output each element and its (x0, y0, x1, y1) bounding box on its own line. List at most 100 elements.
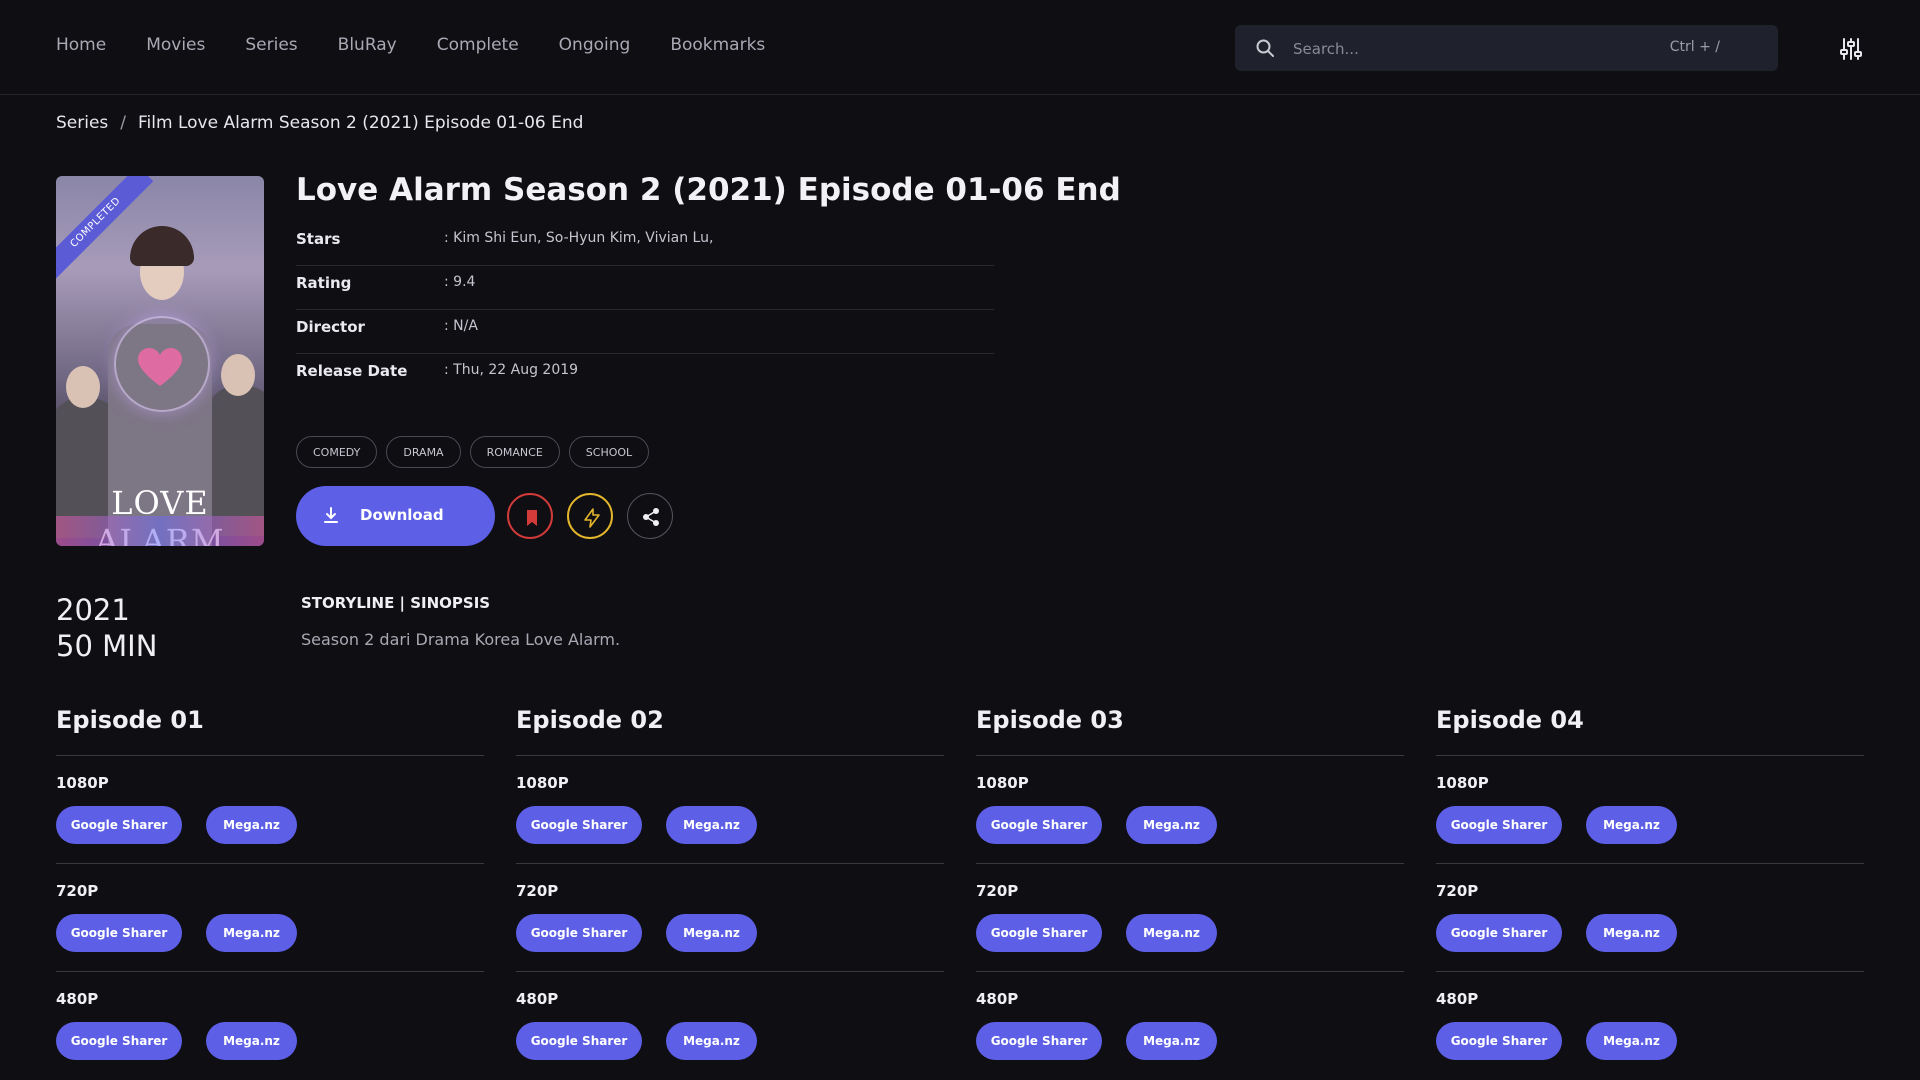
google-sharer-button[interactable]: Google Sharer (1436, 914, 1562, 952)
resolution-label: 1080P (976, 774, 1029, 792)
info-row-release-date: Release Date : Thu, 22 Aug 2019 (296, 354, 994, 398)
genre-tag-drama[interactable]: DRAMA (386, 436, 461, 468)
resolution-label: 720P (976, 882, 1019, 900)
resolution-label: 1080P (56, 774, 109, 792)
info-value: : 9.4 (444, 274, 476, 290)
bookmark-icon (527, 510, 537, 526)
google-sharer-button[interactable]: Google Sharer (1436, 1022, 1562, 1060)
resolution-row: 720P Google Sharer Mega.nz (976, 864, 1404, 972)
storyline-text: Season 2 dari Drama Korea Love Alarm. (301, 630, 621, 649)
resolution-row: 1080P Google Sharer Mega.nz (516, 756, 944, 864)
info-value: : N/A (444, 318, 478, 334)
poster-hair (130, 226, 194, 266)
resolution-row: 1080P Google Sharer Mega.nz (976, 756, 1404, 864)
info-key: Stars (296, 230, 341, 248)
google-sharer-button[interactable]: Google Sharer (1436, 806, 1562, 844)
info-row-stars: Stars : Kim Shi Eun, So-Hyun Kim, Vivian… (296, 222, 994, 266)
resolution-row: 480P Google Sharer Mega.nz (56, 972, 484, 1080)
mega-nz-button[interactable]: Mega.nz (206, 914, 297, 952)
google-sharer-button[interactable]: Google Sharer (976, 806, 1102, 844)
filter-settings-icon[interactable] (1838, 36, 1864, 62)
mega-nz-button[interactable]: Mega.nz (206, 1022, 297, 1060)
search-box: Ctrl + / (1235, 25, 1778, 73)
episode-title: Episode 01 (56, 702, 484, 756)
bookmark-button[interactable] (507, 493, 553, 539)
top-navbar: Home Movies Series BluRay Complete Ongoi… (0, 0, 1920, 95)
year-duration: 2021 50 MIN (56, 592, 157, 664)
nav-home[interactable]: Home (56, 35, 106, 55)
mega-nz-button[interactable]: Mega.nz (666, 914, 757, 952)
poster-glow (56, 516, 264, 546)
resolution-label: 1080P (516, 774, 569, 792)
share-icon (643, 508, 659, 526)
breadcrumb-separator: / (120, 113, 127, 133)
resolution-label: 720P (1436, 882, 1479, 900)
poster-face-left (66, 366, 100, 408)
nav-movies[interactable]: Movies (146, 35, 205, 55)
resolution-label: 720P (56, 882, 99, 900)
google-sharer-button[interactable]: Google Sharer (516, 914, 642, 952)
breadcrumb: Series / Film Love Alarm Season 2 (2021) E… (56, 113, 583, 133)
info-row-director: Director : N/A (296, 310, 994, 354)
google-sharer-button[interactable]: Google Sharer (516, 806, 642, 844)
resolution-row: 720P Google Sharer Mega.nz (1436, 864, 1864, 972)
resolution-row: 1080P Google Sharer Mega.nz (56, 756, 484, 864)
resolution-label: 720P (516, 882, 559, 900)
share-button[interactable] (627, 493, 673, 539)
heart-icon (138, 348, 182, 386)
resolution-label: 1080P (1436, 774, 1489, 792)
mega-nz-button[interactable]: Mega.nz (1586, 1022, 1677, 1060)
google-sharer-button[interactable]: Google Sharer (56, 914, 182, 952)
mega-nz-button[interactable]: Mega.nz (666, 1022, 757, 1060)
genre-tag-romance[interactable]: ROMANCE (469, 436, 560, 468)
nav-complete[interactable]: Complete (437, 35, 519, 55)
google-sharer-button[interactable]: Google Sharer (976, 914, 1102, 952)
movie-info-table: Stars : Kim Shi Eun, So-Hyun Kim, Vivian… (296, 222, 994, 398)
nav-ongoing[interactable]: Ongoing (559, 35, 631, 55)
main-nav: Home Movies Series BluRay Complete Ongoi… (56, 35, 765, 55)
google-sharer-button[interactable]: Google Sharer (56, 1022, 182, 1060)
resolution-row: 480P Google Sharer Mega.nz (976, 972, 1404, 1080)
genre-tag-school[interactable]: SCHOOL (568, 436, 650, 468)
episode-block: Episode 03 1080P Google Sharer Mega.nz 7… (976, 702, 1404, 1080)
mega-nz-button[interactable]: Mega.nz (1586, 806, 1677, 844)
info-key: Rating (296, 274, 352, 292)
google-sharer-button[interactable]: Google Sharer (56, 806, 182, 844)
genre-tag-comedy[interactable]: COMEDY (296, 436, 378, 468)
genre-tags: COMEDY DRAMA ROMANCE SCHOOL (296, 436, 650, 468)
google-sharer-button[interactable]: Google Sharer (976, 1022, 1102, 1060)
download-button[interactable]: Download (296, 486, 495, 546)
episode-block: Episode 01 1080P Google Sharer Mega.nz 7… (56, 702, 484, 1080)
resolution-row: 720P Google Sharer Mega.nz (56, 864, 484, 972)
mega-nz-button[interactable]: Mega.nz (206, 806, 297, 844)
info-value: : Thu, 22 Aug 2019 (444, 362, 579, 378)
episode-block: Episode 04 1080P Google Sharer Mega.nz 7… (1436, 702, 1864, 1080)
nav-series[interactable]: Series (245, 35, 297, 55)
mega-nz-button[interactable]: Mega.nz (666, 806, 757, 844)
resolution-label: 480P (516, 990, 559, 1008)
info-key: Release Date (296, 362, 408, 380)
episode-title: Episode 04 (1436, 702, 1864, 756)
search-input[interactable] (1291, 25, 1675, 73)
page-title: Love Alarm Season 2 (2021) Episode 01-06… (296, 172, 1121, 208)
nav-bluray[interactable]: BluRay (338, 35, 397, 55)
duration: 50 MIN (56, 629, 158, 663)
mega-nz-button[interactable]: Mega.nz (1586, 914, 1677, 952)
search-icon (1256, 39, 1274, 57)
info-row-rating: Rating : 9.4 (296, 266, 994, 310)
quick-action-button[interactable] (567, 493, 613, 539)
poster-face-right (221, 354, 255, 396)
nav-bookmarks[interactable]: Bookmarks (670, 35, 765, 55)
info-value: : Kim Shi Eun, So-Hyun Kim, Vivian Lu, (444, 230, 714, 246)
resolution-row: 480P Google Sharer Mega.nz (516, 972, 944, 1080)
resolution-label: 480P (976, 990, 1019, 1008)
breadcrumb-current: Film Love Alarm Season 2 (2021) Episode … (138, 113, 584, 133)
episode-title: Episode 03 (976, 702, 1404, 756)
mega-nz-button[interactable]: Mega.nz (1126, 1022, 1217, 1060)
google-sharer-button[interactable]: Google Sharer (516, 1022, 642, 1060)
mega-nz-button[interactable]: Mega.nz (1126, 806, 1217, 844)
breadcrumb-series-link[interactable]: Series (56, 113, 108, 133)
mega-nz-button[interactable]: Mega.nz (1126, 914, 1217, 952)
episode-block: Episode 02 1080P Google Sharer Mega.nz 7… (516, 702, 944, 1080)
download-icon (324, 507, 338, 523)
